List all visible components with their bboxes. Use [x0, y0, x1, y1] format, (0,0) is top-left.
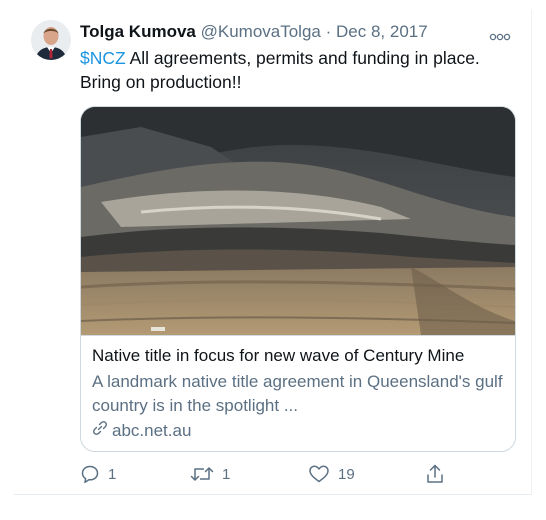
tweet-date[interactable]: Dec 8, 2017 [336, 22, 428, 41]
cashtag-link[interactable]: $NCZ [80, 48, 126, 68]
action-bar: 1 1 19 [80, 461, 450, 487]
author-name[interactable]: Tolga Kumova [80, 22, 196, 41]
link-card[interactable]: Native title in focus for new wave of Ce… [80, 106, 516, 452]
avatar[interactable] [31, 20, 71, 60]
meta-separator: · [325, 22, 332, 41]
link-icon [92, 419, 108, 443]
tweet-text-body: All agreements, permits and funding in p… [80, 48, 480, 92]
reply-button[interactable]: 1 [80, 461, 116, 487]
card-divider [81, 335, 515, 336]
card-domain[interactable]: abc.net.au [92, 419, 191, 443]
share-button[interactable] [425, 461, 445, 487]
like-count: 19 [338, 465, 355, 483]
reply-icon [80, 464, 100, 484]
card-image[interactable] [81, 107, 515, 335]
heart-icon [308, 464, 330, 484]
like-button[interactable]: 19 [308, 461, 355, 487]
retweet-count: 1 [222, 465, 231, 483]
tweet-text: $NCZ All agreements, permits and funding… [80, 46, 520, 94]
card-title[interactable]: Native title in focus for new wave of Ce… [92, 344, 508, 368]
share-icon [425, 463, 445, 485]
card-domain-text: abc.net.au [112, 421, 192, 440]
reply-count: 1 [108, 465, 117, 483]
retweet-button[interactable]: 1 [190, 461, 230, 487]
card-description: A landmark native title agreement in Que… [92, 372, 503, 415]
more-dots-icon[interactable] [489, 28, 511, 41]
author-handle[interactable]: @KumovaTolga [201, 22, 321, 41]
tweet[interactable]: Tolga Kumova @KumovaTolga · Dec 8, 2017 … [14, 10, 532, 495]
retweet-icon [190, 464, 214, 484]
tweet-header: Tolga Kumova @KumovaTolga · Dec 8, 2017 [80, 20, 428, 44]
